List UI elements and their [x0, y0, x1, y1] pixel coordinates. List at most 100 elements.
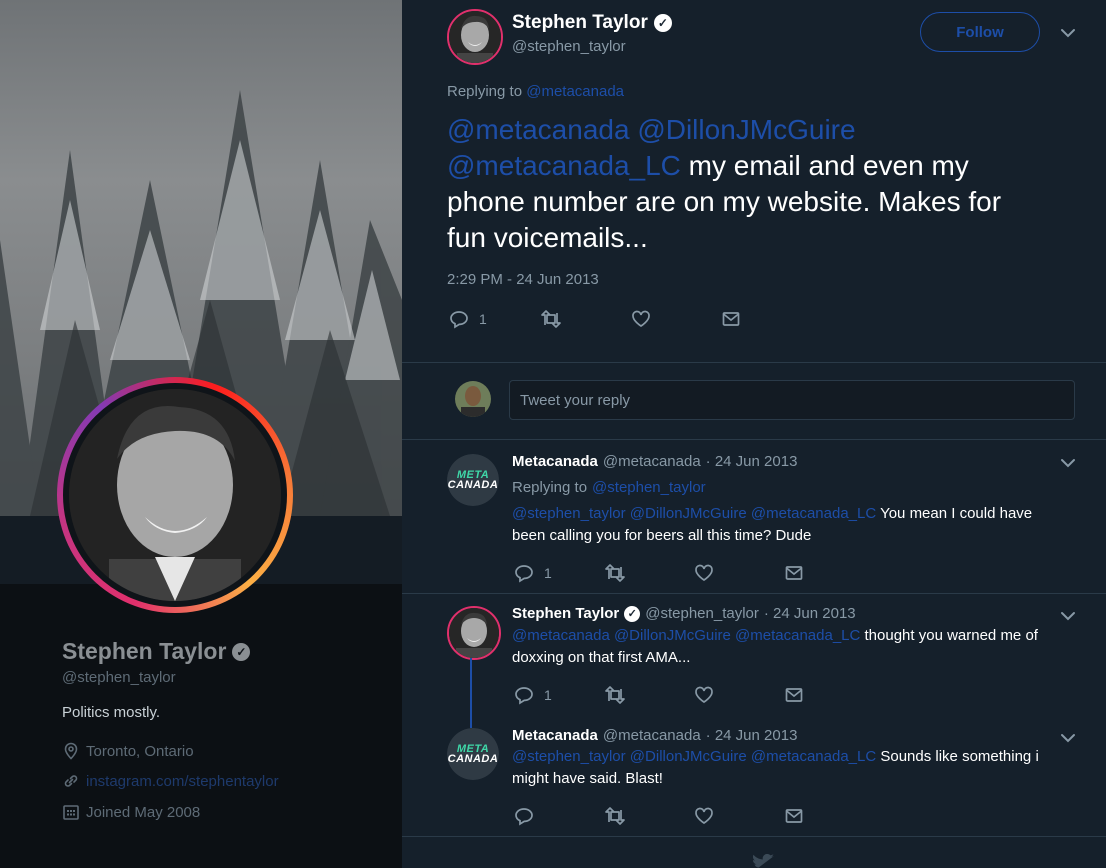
chevron-down-icon[interactable] [1060, 733, 1076, 743]
reply-author-name[interactable]: Metacanada [512, 727, 598, 744]
reply-actions [514, 806, 804, 826]
retweet-icon [541, 310, 561, 328]
reply-button[interactable]: 1 [514, 685, 604, 705]
profile-info-area [0, 584, 402, 868]
mention-link[interactable]: @stephen_taylor [592, 479, 706, 496]
reply-icon [515, 808, 533, 826]
mention-link[interactable]: @metacanada @DillonJMcGuire [447, 114, 856, 145]
reply-text: @stephen_taylor @DillonJMcGuire @metacan… [512, 748, 1039, 787]
profile-panel: Stephen Taylor ✓ @stephen_taylor Politic… [0, 0, 402, 868]
heart-icon [632, 310, 650, 328]
direct-message-button[interactable] [784, 563, 804, 583]
tweet-text: @metacanada @DillonJMcGuire @metacanada_… [447, 114, 1002, 253]
author-avatar[interactable] [447, 606, 501, 660]
verified-icon: ✓ [624, 605, 641, 622]
profile-handle[interactable]: @stephen_taylor [62, 669, 176, 686]
reply-tweet: META CANADA Metacanada @metacanada · 24 … [402, 440, 1106, 600]
retweet-icon [605, 564, 625, 582]
reply-icon [515, 687, 533, 705]
reply-date[interactable]: · 24 Jun 2013 [706, 727, 798, 744]
reply-date[interactable]: · 24 Jun 2013 [764, 605, 856, 622]
retweet-icon [605, 807, 625, 825]
verified-icon: ✓ [232, 642, 251, 661]
author-name[interactable]: Stephen Taylor ✓ [512, 12, 672, 34]
reply-composer: Tweet your reply [402, 363, 1106, 440]
reply-text: @metacanada @DillonJMcGuire @metacanada_… [512, 627, 1038, 666]
reply-actions: 1 [514, 685, 804, 705]
profile-joined: Joined May 2008 [62, 803, 200, 821]
reply-button[interactable] [514, 806, 604, 826]
mention-link[interactable]: @stephen_taylor @DillonJMcGuire @metacan… [512, 748, 876, 765]
reply-input[interactable]: Tweet your reply [509, 380, 1075, 420]
reply-icon [450, 311, 468, 329]
author-avatar[interactable] [447, 9, 503, 65]
heart-icon [695, 807, 713, 825]
divider [402, 836, 1106, 837]
retweet-icon [605, 686, 625, 704]
metacanada-logo: META CANADA [447, 454, 499, 506]
twitter-bird-icon [752, 854, 774, 868]
reply-author-handle[interactable]: @metacanada [603, 453, 701, 470]
heart-icon [695, 686, 713, 704]
reply-date[interactable]: · 24 Jun 2013 [706, 453, 798, 470]
reply-author-handle[interactable]: @stephen_taylor [645, 605, 759, 622]
envelope-icon [785, 566, 803, 580]
main-tweet: Stephen Taylor ✓ @stephen_taylor Follow … [402, 0, 1106, 363]
location-pin-icon [64, 742, 78, 760]
like-button[interactable] [631, 309, 721, 329]
profile-name[interactable]: Stephen Taylor ✓ [62, 638, 251, 665]
author-handle[interactable]: @stephen_taylor [512, 38, 626, 55]
profile-avatar[interactable] [57, 377, 293, 613]
mention-link[interactable]: @metacanada [526, 83, 624, 100]
retweet-button[interactable] [604, 685, 694, 705]
reply-header: Stephen Taylor ✓ @stephen_taylor · 24 Ju… [512, 605, 856, 622]
reply-tweet: META CANADA Metacanada @metacanada · 24 … [402, 716, 1106, 836]
tweet-detail-panel: Stephen Taylor ✓ @stephen_taylor Follow … [402, 0, 1106, 868]
reply-icon [515, 565, 533, 583]
chevron-down-icon[interactable] [1060, 611, 1076, 621]
metacanada-avatar[interactable]: META CANADA [447, 454, 499, 506]
heart-icon [695, 564, 713, 582]
tweet-actions: 1 [449, 309, 741, 329]
reply-author-name[interactable]: Stephen Taylor [512, 605, 619, 622]
retweet-button[interactable] [540, 309, 631, 329]
reply-button[interactable]: 1 [514, 563, 604, 583]
reply-button[interactable]: 1 [449, 309, 540, 329]
retweet-button[interactable] [604, 563, 694, 583]
profile-location: Toronto, Ontario [62, 742, 194, 760]
mention-link[interactable]: @metacanada_LC [447, 150, 681, 181]
follow-button[interactable]: Follow [920, 12, 1040, 52]
profile-website[interactable]: instagram.com/stephentaylor [62, 772, 279, 790]
reply-header: Metacanada @metacanada · 24 Jun 2013 [512, 453, 797, 470]
reply-actions: 1 [514, 563, 804, 583]
like-button[interactable] [694, 685, 784, 705]
envelope-icon [785, 688, 803, 702]
mention-link[interactable]: @metacanada @DillonJMcGuire @metacanada_… [512, 627, 860, 644]
profile-bio: Politics mostly. [62, 704, 161, 721]
mention-link[interactable]: @stephen_taylor @DillonJMcGuire @metacan… [512, 505, 876, 522]
reply-tweet: Stephen Taylor ✓ @stephen_taylor · 24 Ju… [402, 594, 1106, 714]
retweet-button[interactable] [604, 806, 694, 826]
avatar-photo [63, 383, 287, 607]
reply-author-name[interactable]: Metacanada [512, 453, 598, 470]
link-icon [64, 775, 78, 787]
reply-author-handle[interactable]: @metacanada [603, 727, 701, 744]
reply-header: Metacanada @metacanada · 24 Jun 2013 [512, 727, 797, 744]
reply-text: @stephen_taylor @DillonJMcGuire @metacan… [512, 505, 1033, 544]
current-user-avatar [455, 381, 491, 417]
direct-message-button[interactable] [784, 806, 804, 826]
replying-to: Replying to @metacanada [447, 83, 625, 100]
like-button[interactable] [694, 563, 784, 583]
chevron-down-icon[interactable] [1060, 458, 1076, 468]
envelope-icon [785, 809, 803, 823]
chevron-down-icon[interactable] [1060, 28, 1076, 38]
replying-to: Replying to @stephen_taylor [512, 479, 706, 496]
tweet-timestamp[interactable]: 2:29 PM - 24 Jun 2013 [447, 271, 599, 288]
calendar-icon [63, 805, 79, 820]
direct-message-button[interactable] [784, 685, 804, 705]
envelope-icon [722, 312, 740, 326]
like-button[interactable] [694, 806, 784, 826]
metacanada-avatar[interactable]: META CANADA [447, 728, 499, 780]
metacanada-logo: META CANADA [447, 728, 499, 780]
direct-message-button[interactable] [721, 309, 741, 329]
